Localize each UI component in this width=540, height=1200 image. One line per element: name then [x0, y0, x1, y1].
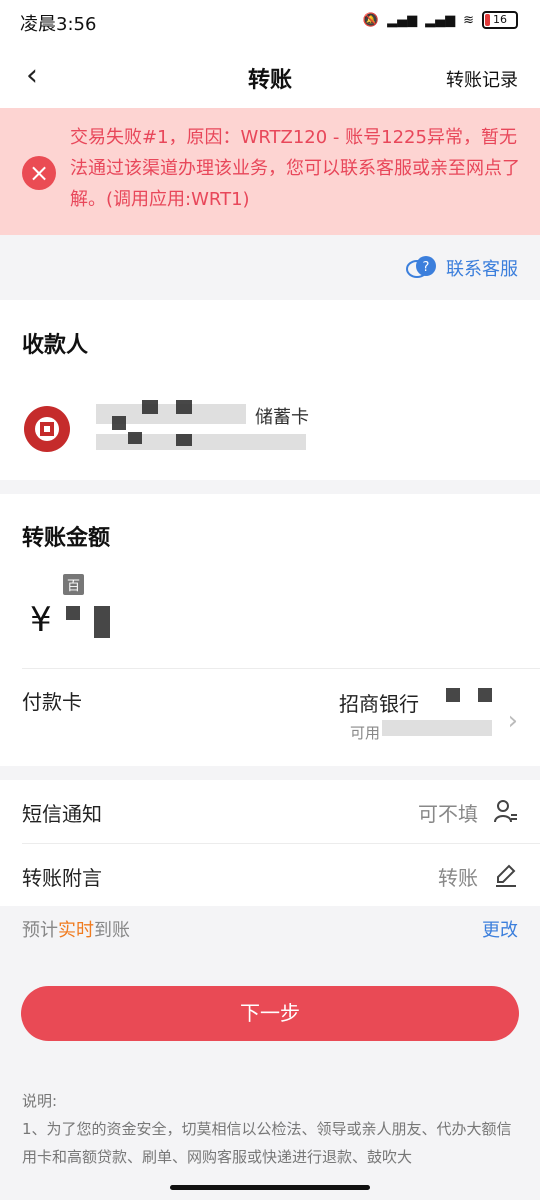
contact-picker-icon[interactable]: [494, 798, 518, 824]
signal-icon: ▂▄▆: [387, 12, 418, 28]
amount-unit-tag: 百: [63, 574, 85, 595]
payee-card-type: 储蓄卡: [255, 407, 309, 428]
divider: [22, 668, 540, 669]
error-message: 交易失败#1，原因：WRTZ120 - 账号1225异常，暂无法通过该渠道办理该…: [70, 127, 520, 210]
redaction-mark: [142, 400, 158, 414]
notes-line: 1、为了您的资金安全，切莫相信以公检法、领导或亲人朋友、代办大额信用卡和高额贷款…: [22, 1120, 512, 1166]
arrival-estimate: 预计实时到账: [22, 916, 130, 942]
contact-support-link[interactable]: ? 联系客服: [406, 255, 518, 281]
mute-icon: 🔕: [362, 12, 380, 28]
redaction-mark: [176, 434, 192, 446]
edit-pencil-icon[interactable]: [494, 862, 518, 888]
transfer-history-link[interactable]: 转账记录: [446, 66, 518, 92]
redaction-mark: [112, 416, 126, 430]
redaction-mark: [128, 432, 142, 444]
payee-section-title: 收款人: [22, 333, 89, 358]
arrival-prefix: 预计: [22, 920, 58, 941]
battery-level: 16: [493, 13, 507, 26]
signal-icon-2: ▂▄▆: [425, 12, 456, 28]
nav-bar: ‹ 转账 转账记录: [0, 44, 540, 108]
pay-card-label: 付款卡: [22, 690, 82, 714]
arrival-suffix: 到账: [94, 920, 130, 941]
available-balance-prefix: 可用: [350, 724, 381, 742]
chevron-right-icon[interactable]: ›: [508, 706, 518, 736]
home-indicator[interactable]: [170, 1185, 370, 1190]
sms-notify-label: 短信通知: [22, 802, 102, 826]
pay-card-bank[interactable]: 招商银行: [339, 688, 419, 717]
next-step-button[interactable]: 下一步: [21, 986, 519, 1041]
bank-of-china-logo-icon: [24, 406, 70, 452]
change-arrival-link[interactable]: 更改: [482, 916, 518, 942]
svg-text:?: ?: [423, 260, 430, 275]
remark-label: 转账附言: [22, 866, 102, 890]
arrival-highlight: 实时: [58, 920, 94, 941]
available-balance-redacted: [382, 720, 492, 736]
pay-card-number-redacted: [478, 688, 492, 702]
amount-redacted[interactable]: [66, 606, 80, 620]
notes-title: 说明:: [22, 1092, 58, 1110]
sms-notify-input[interactable]: 可不填: [418, 798, 478, 827]
amount-redacted: [94, 606, 110, 638]
divider: [22, 843, 540, 844]
amount-section-title: 转账金额: [22, 526, 111, 551]
battery-icon: 16: [482, 11, 518, 29]
status-time: 凌晨3:56: [20, 14, 97, 35]
redaction-mark: [176, 400, 192, 414]
status-icons: 🔕 ▂▄▆ ▂▄▆ ≋ 16: [363, 11, 518, 29]
contact-support-label: 联系客服: [446, 259, 518, 280]
chat-help-icon: ?: [406, 256, 436, 278]
currency-symbol: ¥: [30, 600, 52, 640]
error-close-icon: ×: [22, 156, 56, 190]
wifi-icon: ≋: [463, 12, 474, 28]
status-bar: 凌晨3:56 🔕 ▂▄▆ ▂▄▆ ≋ 16: [0, 0, 540, 44]
pay-card-number-redacted: [446, 688, 460, 702]
remark-input[interactable]: 转账: [438, 862, 478, 891]
notes-section: 说明: 1、为了您的资金安全，切莫相信以公检法、领导或亲人朋友、代办大额信用卡和…: [22, 1087, 518, 1171]
